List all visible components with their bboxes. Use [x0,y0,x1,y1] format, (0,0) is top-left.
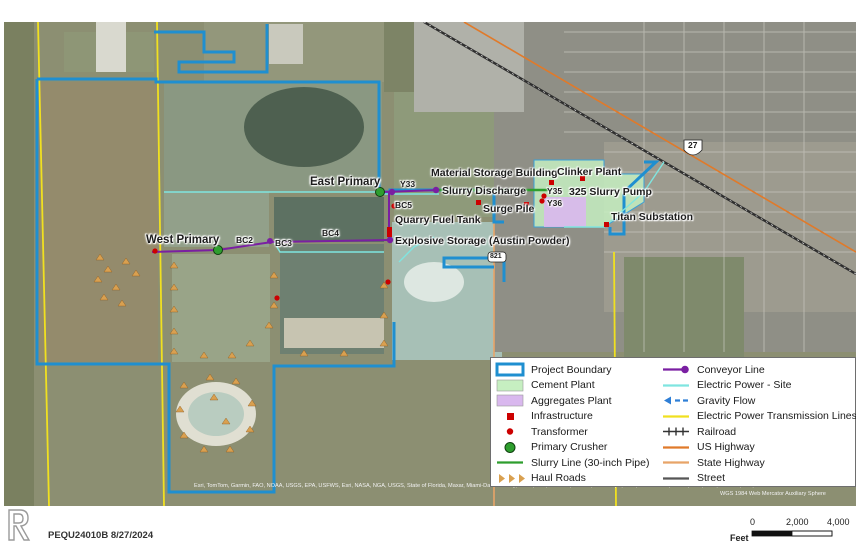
label-explosive-storage: Explosive Storage (Austin Powder) [395,235,570,247]
legend-label: Slurry Line (30-inch Pipe) [531,456,650,469]
pond-deep-1 [244,87,364,167]
map-projection: WGS 1984 Web Mercator Auxiliary Sphere [720,491,826,497]
legend-symbol-triangles-icon [495,471,525,486]
label-y35: Y35 [547,186,563,196]
legend-item-gravity-flow: Gravity Flow [661,393,755,408]
legend-symbol-fill-icon [495,378,525,393]
legend-item-aggregates-plant: Aggregates Plant [495,393,612,408]
legend-label: Primary Crusher [531,441,608,453]
legend-label: Conveyor Line [697,363,765,376]
label-y36: Y36 [547,198,563,208]
legend-symbol-line-icon [661,455,691,470]
legend-label: Electric Power Transmission Lines [697,410,856,422]
legend-symbol-dot-icon [495,424,525,439]
legend-item-us-highway: US Highway [661,440,755,455]
legend-item-transformer: Transformer [495,424,588,439]
legend-symbol-circle-icon [495,440,525,455]
pond-4 [172,254,270,362]
label-sr821: 821 [490,253,502,260]
legend-label: Electric Power - Site [697,379,792,391]
company-logo-icon [8,509,31,541]
map-view[interactable]: East Primary West Primary Y33 Slurry Dis… [4,22,856,506]
label-y33: Y33 [400,179,416,189]
legend-symbol-conveyor-icon [661,362,691,377]
scale-bar [751,530,833,537]
scale-units: Feet [730,533,749,543]
label-surge-pile: Surge Pile [483,203,535,215]
legend-item-cement-plant: Cement Plant [495,378,595,393]
legend-label: Infrastructure [531,410,593,422]
legend-label: State Highway [697,456,765,469]
document-id: PEQU24010B 8/27/2024 [48,530,154,541]
map-legend: Project Boundary Cement Plant Aggregates P… [490,357,856,487]
legend-item-primary-crusher: Primary Crusher [495,440,607,455]
legend-item-haul-roads: Haul Roads [495,471,586,486]
legend-symbol-dashed-icon [661,393,691,408]
legend-label: Railroad [697,425,737,438]
pond-5-edge [284,318,384,348]
legend-label: US Highway [697,441,755,453]
legend-label: Street [697,472,726,484]
label-east-primary: East Primary [310,176,381,188]
legend-item-slurry-line-30-inch-pipe: Slurry Line (30-inch Pipe) [495,455,649,470]
legend-label: Haul Roads [531,472,586,484]
legend-symbol-line-icon [661,471,691,486]
legend-symbol-fill-icon [495,393,525,408]
legend-symbol-line-icon [661,440,691,455]
label-slurry-pump: 325 Slurry Pump [569,186,652,198]
legend-item-railroad: Railroad [661,424,736,439]
west-field [4,22,34,506]
label-us27: 27 [688,140,698,150]
legend-symbol-line-icon [661,378,691,393]
legend-symbol-square-icon [495,409,525,424]
pad-north [269,24,303,64]
field-light [96,22,126,72]
legend-label: Gravity Flow [697,394,756,407]
legend-label: Cement Plant [531,379,595,391]
legend-symbol-line-icon [661,409,691,424]
quarry-yard [414,22,524,112]
legend-item-street: Street [661,471,725,486]
label-material-storage: Material Storage Building [431,167,558,179]
label-bc3: BC3 [275,238,293,248]
legend-item-electric-power-site: Electric Power - Site [661,378,792,393]
legend-item-conveyor-line: Conveyor Line [661,362,765,377]
west-field-strip [38,82,158,362]
label-bc4: BC4 [322,228,340,238]
label-slurry-discharge: Slurry Discharge [442,185,527,197]
legend-item-state-highway: State Highway [661,455,765,470]
label-bc5: BC5 [395,200,413,210]
legend-item-electric-power-transmission-lines: Electric Power Transmission Lines [661,409,856,424]
label-bc2: BC2 [236,235,254,245]
legend-symbol-railroad-icon [661,424,691,439]
map-figure: East Primary West Primary Y33 Slurry Dis… [0,0,860,548]
label-west-primary: West Primary [146,234,220,246]
label-quarry-fuel-tank: Quarry Fuel Tank [395,214,481,226]
legend-label: Aggregates Plant [531,394,612,407]
label-titan-substation: Titan Substation [611,211,694,223]
legend-item-project-boundary: Project Boundary [495,362,612,377]
legend-label: Project Boundary [531,363,612,376]
legend-symbol-line-icon [495,455,525,470]
legend-label: Transformer [531,425,588,438]
label-clinker-plant: Clinker Plant [557,166,622,178]
legend-item-infrastructure: Infrastructure [495,409,593,424]
legend-symbol-boundary-icon [495,362,525,377]
